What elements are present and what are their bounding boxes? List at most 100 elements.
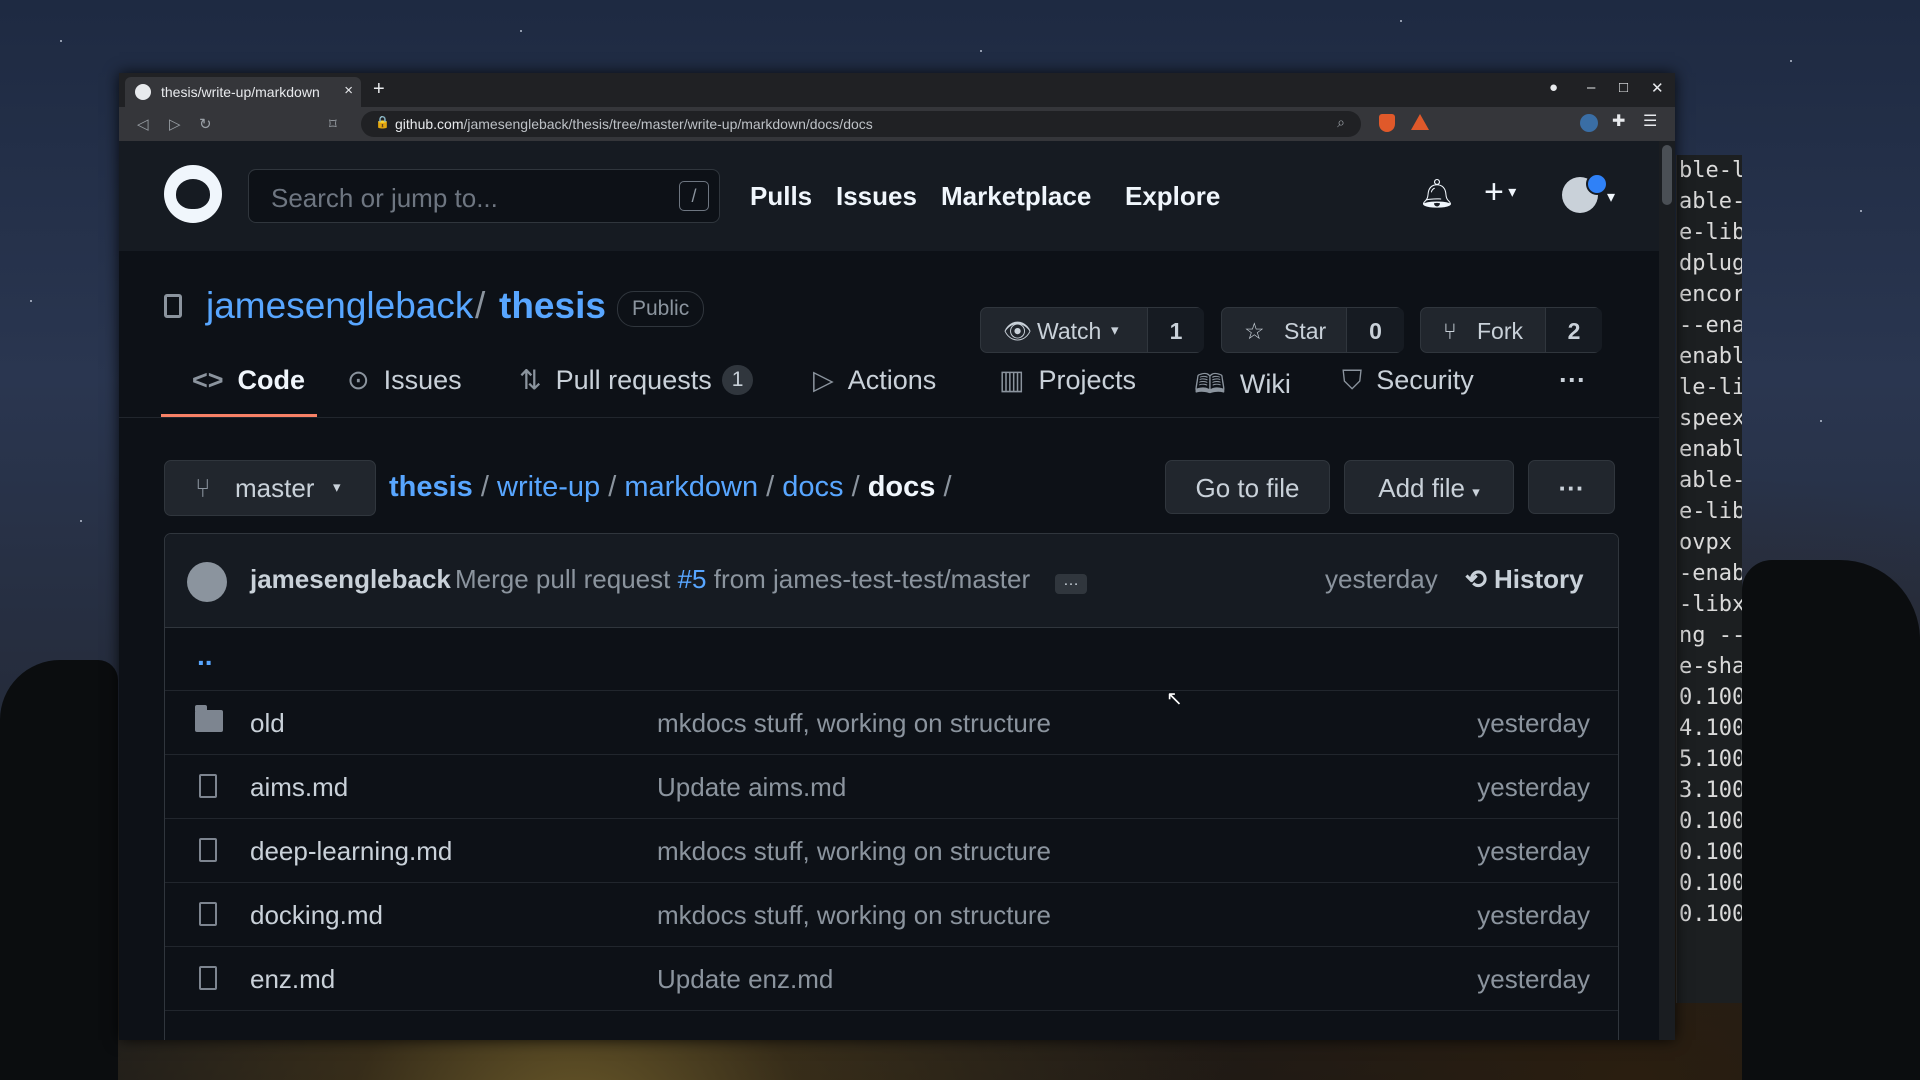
- file-commit-message[interactable]: mkdocs stuff, working on structure: [657, 836, 1051, 867]
- parent-directory-link[interactable]: ..: [197, 640, 213, 672]
- branch-selector[interactable]: ⑂ master ▾: [164, 460, 376, 516]
- terminal-line: 5.100: [1679, 747, 1742, 772]
- address-bar[interactable]: 🔒 github.com/jamesengleback/thesis/tree/…: [361, 111, 1361, 137]
- pulls-count-badge: 1: [721, 365, 754, 395]
- star-count[interactable]: 0: [1346, 308, 1404, 352]
- file-name[interactable]: old: [250, 708, 285, 739]
- scrollbar-thumb[interactable]: [1662, 145, 1672, 205]
- tab-code[interactable]: <> Code: [192, 365, 305, 396]
- git-pull-request-icon: ⇅: [519, 365, 542, 395]
- close-tab-icon[interactable]: ×: [344, 82, 353, 99]
- file-commit-message[interactable]: Update enz.md: [657, 964, 833, 995]
- notifications-bell-icon[interactable]: 🔔︎: [1419, 177, 1455, 210]
- back-icon[interactable]: ◁: [137, 115, 149, 133]
- repo-name-link[interactable]: thesis: [499, 285, 606, 327]
- terminal-line: able-: [1679, 189, 1742, 214]
- tabs-more-icon[interactable]: ···: [1559, 365, 1586, 396]
- fork-icon: ⑂: [1443, 318, 1457, 344]
- nav-pulls[interactable]: Pulls: [750, 181, 812, 212]
- play-icon: ▷: [813, 365, 834, 395]
- breadcrumb-docs[interactable]: docs: [782, 471, 843, 503]
- browser-toolbar: ◁ ▷ ↻ ⌑ 🔒 github.com/jamesengleback/thes…: [119, 107, 1675, 141]
- extension-icon[interactable]: [1580, 114, 1598, 132]
- terminal-line: e-lib: [1679, 499, 1742, 524]
- expand-commit-button[interactable]: …: [1055, 573, 1087, 594]
- tab-projects[interactable]: ▥ Projects: [999, 365, 1136, 396]
- github-logo-icon[interactable]: [164, 165, 222, 223]
- tab-projects-label: Projects: [1038, 365, 1137, 395]
- add-file-button[interactable]: Add file ▾: [1344, 460, 1514, 514]
- parent-directory-row[interactable]: ..: [165, 628, 1618, 691]
- terminal-window[interactable]: ble-l able-e-lib dplug encor --ena enabl le-li…: [1676, 155, 1742, 1003]
- star-button[interactable]: ☆ Star 0: [1221, 307, 1404, 353]
- brave-shields-icon[interactable]: [1379, 114, 1395, 132]
- tab-pull-requests[interactable]: ⇅ Pull requests 1: [519, 365, 754, 396]
- file-row[interactable]: deep-learning.md mkdocs stuff, working on…: [165, 819, 1618, 883]
- file-name[interactable]: aims.md: [250, 772, 348, 803]
- page-scrollbar[interactable]: [1659, 141, 1675, 1040]
- search-placeholder: Search or jump to...: [271, 183, 498, 213]
- create-new-dropdown-icon[interactable]: + ▾: [1484, 173, 1516, 212]
- go-to-file-button[interactable]: Go to file: [1165, 460, 1330, 514]
- file-list: jamesengleback Merge pull request #5 fro…: [164, 533, 1619, 1040]
- file-age: yesterday: [1477, 964, 1590, 994]
- forward-icon[interactable]: ▷: [169, 115, 181, 133]
- file-name[interactable]: deep-learning.md: [250, 836, 452, 867]
- terminal-line: 0.100: [1679, 685, 1742, 710]
- breadcrumb-write-up[interactable]: write-up: [497, 471, 600, 503]
- user-avatar[interactable]: [1562, 173, 1608, 213]
- more-options-button[interactable]: ···: [1528, 460, 1615, 514]
- puzzle-icon[interactable]: ✚: [1612, 111, 1630, 130]
- file-row[interactable]: old mkdocs stuff, working on structure yes…: [165, 691, 1618, 755]
- reload-icon[interactable]: ↻: [199, 115, 212, 133]
- tab-actions[interactable]: ▷ Actions: [813, 365, 936, 396]
- file-commit-message[interactable]: mkdocs stuff, working on structure: [657, 708, 1051, 739]
- pr-link[interactable]: #5: [678, 564, 707, 594]
- file-row[interactable]: enz.md Update enz.md yesterday: [165, 947, 1618, 1011]
- browser-tab[interactable]: thesis/write-up/markdown ×: [125, 77, 361, 107]
- breadcrumb-markdown[interactable]: markdown: [624, 471, 758, 503]
- commit-message[interactable]: Merge pull request #5 from james-test-te…: [455, 564, 1030, 595]
- bookmark-icon[interactable]: ⌑: [329, 115, 337, 133]
- watch-button[interactable]: 👁︎ Watch ▾ 1: [980, 307, 1204, 353]
- tree-silhouette-left: [0, 660, 118, 1080]
- file-name[interactable]: enz.md: [250, 964, 335, 995]
- nav-explore[interactable]: Explore: [1125, 181, 1220, 212]
- tab-pulls-label: Pull requests: [555, 365, 712, 395]
- author-avatar[interactable]: [187, 562, 227, 602]
- add-file-label: Add file: [1378, 473, 1465, 503]
- tab-issues[interactable]: ⊙ Issues: [347, 365, 462, 396]
- close-window-icon[interactable]: ✕: [1651, 79, 1664, 97]
- history-link[interactable]: ⟲ History: [1465, 564, 1584, 595]
- minimize-icon[interactable]: –: [1587, 79, 1595, 96]
- file-row[interactable]: docking.md mkdocs stuff, working on struc…: [165, 883, 1618, 947]
- file-commit-message[interactable]: Update aims.md: [657, 772, 846, 803]
- brave-rewards-icon[interactable]: [1411, 114, 1429, 130]
- search-input[interactable]: Search or jump to... /: [248, 169, 720, 223]
- avatar-dropdown-icon[interactable]: ▾: [1607, 187, 1615, 207]
- commit-author[interactable]: jamesengleback: [250, 564, 451, 595]
- nav-marketplace[interactable]: Marketplace: [941, 181, 1091, 212]
- latest-commit-bar: jamesengleback Merge pull request #5 fro…: [165, 534, 1618, 628]
- nav-issues[interactable]: Issues: [836, 181, 917, 212]
- tab-security[interactable]: ⛉ Security: [1342, 365, 1474, 397]
- eye-icon: 👁︎: [1003, 318, 1033, 344]
- repo-owner-link[interactable]: jamesengleback: [206, 285, 473, 327]
- file-name[interactable]: docking.md: [250, 900, 383, 931]
- menu-icon[interactable]: ☰: [1643, 111, 1661, 130]
- watch-count[interactable]: 1: [1147, 308, 1204, 352]
- tab-wiki[interactable]: 🕮 Wiki: [1194, 365, 1291, 411]
- new-tab-button[interactable]: +: [373, 78, 385, 101]
- maximize-icon[interactable]: □: [1619, 79, 1628, 96]
- fork-count[interactable]: 2: [1545, 308, 1602, 352]
- file-commit-message[interactable]: mkdocs stuff, working on structure: [657, 900, 1051, 931]
- file-row[interactable]: aims.md Update aims.md yesterday: [165, 755, 1618, 819]
- tab-strip: thesis/write-up/markdown × + ● – □ ✕: [119, 73, 1675, 107]
- terminal-line: le-li: [1679, 375, 1742, 400]
- fork-button[interactable]: ⑂ Fork 2: [1420, 307, 1602, 353]
- zoom-icon[interactable]: ⌕: [1337, 114, 1345, 131]
- media-icon[interactable]: ●: [1549, 79, 1558, 96]
- breadcrumb-thesis[interactable]: thesis: [389, 471, 473, 503]
- branch-name: master: [235, 473, 315, 503]
- file-age: yesterday: [1477, 900, 1590, 930]
